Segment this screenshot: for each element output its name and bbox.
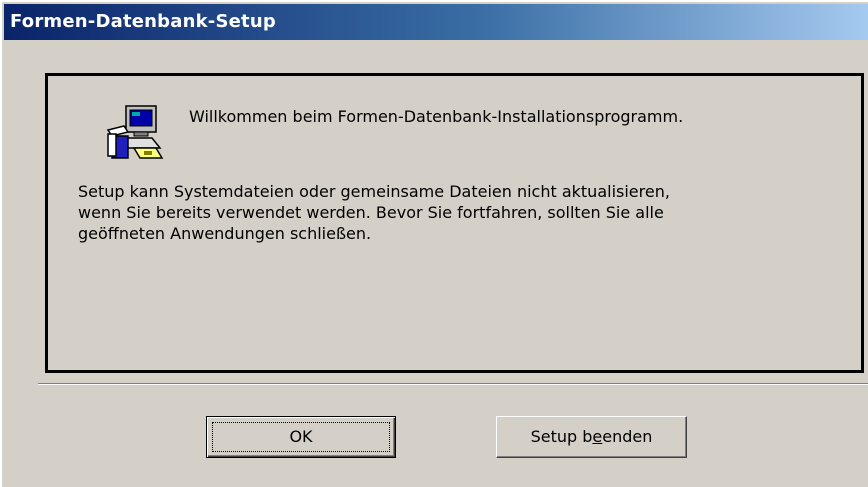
message-line: Setup kann Systemdateien oder gemeinsame… — [78, 182, 670, 201]
exit-button-label-prefix: Setup b — [530, 427, 593, 446]
welcome-panel: Willkommen beim Formen-Datenbank-Install… — [45, 73, 864, 373]
ok-button[interactable]: OK — [206, 416, 396, 458]
exit-button-accelerator: e — [592, 427, 603, 446]
welcome-text: Willkommen beim Formen-Datenbank-Install… — [189, 107, 684, 126]
window-title: Formen-Datenbank-Setup — [10, 11, 276, 32]
setup-computer-icon — [106, 105, 164, 159]
exit-button-label-suffix: enden — [602, 427, 653, 446]
setup-dialog-window: Formen-Datenbank-Setup Willkommen beim F… — [0, 0, 868, 487]
message-line: geöffneten Anwendungen schließen. — [78, 224, 372, 243]
focus-rectangle — [212, 422, 390, 452]
exit-setup-button[interactable]: Setup beenden — [496, 416, 687, 458]
message-line: wenn Sie bereits verwendet werden. Bevor… — [78, 203, 664, 222]
separator-line — [38, 383, 868, 385]
setup-message: Setup kann Systemdateien oder gemeinsame… — [78, 181, 838, 244]
title-bar[interactable]: Formen-Datenbank-Setup — [4, 4, 868, 40]
